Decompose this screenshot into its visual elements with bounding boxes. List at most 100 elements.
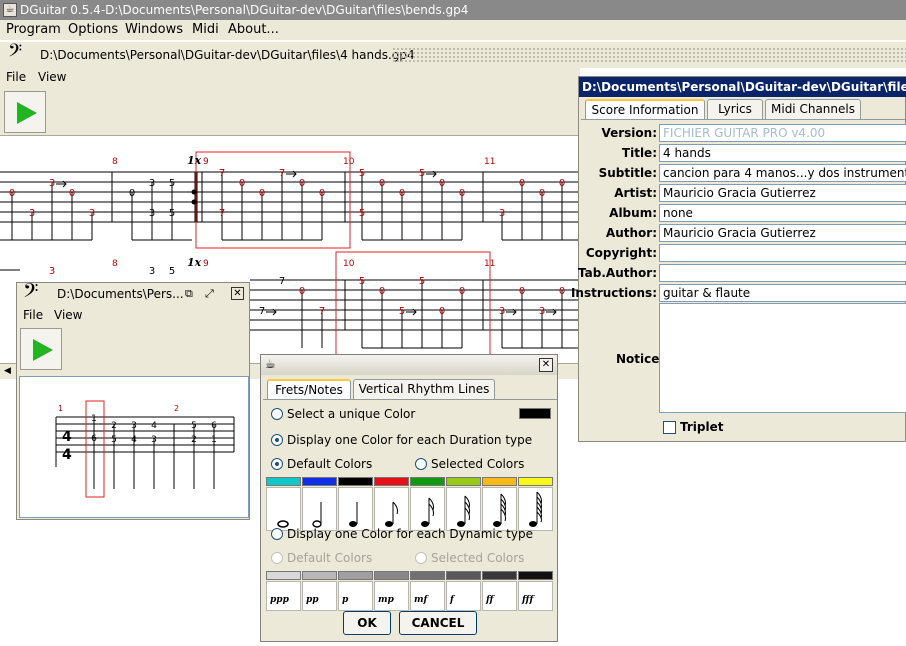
cancel-button[interactable]: CANCEL bbox=[399, 611, 477, 635]
menu-windows[interactable]: Windows bbox=[125, 22, 183, 37]
svg-text:3: 3 bbox=[499, 208, 505, 219]
duration-color-radio[interactable] bbox=[271, 434, 283, 446]
dynamic-swatch-p[interactable] bbox=[338, 571, 373, 580]
close-icon[interactable]: ✕ bbox=[231, 287, 244, 300]
colors-dialog: ☕ ✕ Frets/Notes Vertical Rhythm Lines Se… bbox=[260, 354, 558, 642]
menu-options[interactable]: Options bbox=[68, 22, 118, 37]
time-signature-bottom: 4 bbox=[62, 447, 72, 463]
svg-text:7: 7 bbox=[279, 168, 285, 179]
svg-text:3: 3 bbox=[89, 208, 95, 219]
menu-midi[interactable]: Midi bbox=[192, 22, 219, 37]
svg-text:1: 1 bbox=[211, 435, 217, 445]
thirty-second-note-icon bbox=[446, 487, 481, 531]
play-button[interactable] bbox=[4, 91, 46, 133]
duration-swatch-thirty-second[interactable] bbox=[446, 477, 481, 486]
menu-view[interactable]: View bbox=[38, 70, 66, 84]
mini-tablature: 1 2 4 4 1 6 2 5 3 4 4 3 5 2 6 1 bbox=[55, 400, 235, 498]
selection-box-measure-10 bbox=[335, 251, 491, 361]
mini-play-button[interactable] bbox=[20, 328, 62, 370]
ok-button[interactable]: OK bbox=[343, 611, 391, 635]
duration-swatch-whole[interactable] bbox=[266, 477, 301, 486]
duration-swatch-sixteenth[interactable] bbox=[410, 477, 445, 486]
close-icon[interactable]: ✕ bbox=[539, 358, 553, 372]
svg-text:5: 5 bbox=[169, 266, 175, 277]
duration-swatch-quarter[interactable] bbox=[338, 477, 373, 486]
album-field[interactable]: none bbox=[659, 204, 906, 222]
field-tab-author: Tab.Author: bbox=[578, 263, 906, 283]
menu-program[interactable]: Program bbox=[6, 22, 61, 37]
author-field[interactable]: Mauricio Gracia Gutierrez bbox=[659, 224, 906, 242]
measure-number: 10 bbox=[343, 157, 355, 167]
field-version: Version: FICHIER GUITAR PRO v4.00 bbox=[579, 123, 906, 143]
dynamic-swatch-fff[interactable] bbox=[518, 571, 553, 580]
dynamic-color-label: Display one Color for each Dynamic type bbox=[287, 527, 533, 541]
dynamic-selected-colors-radio[interactable] bbox=[415, 552, 427, 564]
tab-frets-notes[interactable]: Frets/Notes bbox=[267, 379, 351, 399]
svg-text:5: 5 bbox=[191, 421, 197, 431]
subtitle-field[interactable]: cancion para 4 manos...y dos instrumento… bbox=[659, 164, 906, 182]
score-window-title[interactable]: D:\Documents\Personal\DGuitar-dev\DGuita… bbox=[579, 77, 906, 97]
dynamic-swatch-mp[interactable] bbox=[374, 571, 409, 580]
app-menu-bar: Program Options Windows Midi About... bbox=[0, 20, 906, 40]
document-menu-bar: File View bbox=[0, 68, 580, 88]
default-colors-radio[interactable] bbox=[271, 458, 283, 470]
svg-text:5: 5 bbox=[111, 435, 117, 445]
tab-midi-channels[interactable]: Midi Channels bbox=[765, 99, 861, 119]
unique-color-radio[interactable] bbox=[271, 408, 283, 420]
notice-textarea[interactable] bbox=[659, 303, 906, 413]
mini-score-view[interactable]: 1 2 4 4 1 6 2 5 3 4 4 3 5 2 6 1 bbox=[19, 376, 249, 518]
java-app-icon: ☕ bbox=[265, 357, 276, 371]
tab-vertical-rhythm-lines[interactable]: Vertical Rhythm Lines bbox=[353, 379, 495, 399]
field-artist: Artist: Mauricio Gracia Gutierrez bbox=[579, 183, 906, 203]
selection-box-measure-9 bbox=[195, 151, 351, 249]
svg-text:0: 0 bbox=[259, 188, 265, 199]
triplet-checkbox[interactable] bbox=[663, 421, 676, 434]
duration-swatch-half[interactable] bbox=[302, 477, 337, 486]
svg-text:6: 6 bbox=[211, 421, 217, 431]
copyright-field[interactable] bbox=[659, 244, 906, 262]
half-note-icon bbox=[302, 487, 337, 531]
mini-menu-view[interactable]: View bbox=[54, 308, 82, 322]
svg-text:4: 4 bbox=[131, 435, 137, 445]
player-toolbar bbox=[0, 88, 580, 136]
dynamic-swatch-ppp[interactable] bbox=[266, 571, 301, 580]
svg-text:3: 3 bbox=[499, 306, 505, 317]
dynamic-default-colors-radio[interactable] bbox=[271, 552, 283, 564]
dynamic-swatch-pp[interactable] bbox=[302, 571, 337, 580]
dynamic-color-radio[interactable] bbox=[271, 528, 283, 540]
svg-text:5: 5 bbox=[359, 276, 365, 287]
unique-color-swatch[interactable] bbox=[519, 408, 551, 419]
duration-swatch-128th[interactable] bbox=[518, 477, 553, 486]
mini-menu-file[interactable]: File bbox=[23, 308, 43, 322]
dynamic-swatch-ff[interactable] bbox=[482, 571, 517, 580]
svg-text:0: 0 bbox=[539, 188, 545, 199]
svg-text:4: 4 bbox=[151, 421, 157, 431]
measure-number: 11 bbox=[484, 157, 495, 167]
dynamic-swatch-f[interactable] bbox=[446, 571, 481, 580]
title-field[interactable]: 4 hands bbox=[659, 144, 906, 162]
quarter-note-icon bbox=[338, 487, 373, 531]
duration-color-label: Display one Color for each Duration type bbox=[287, 433, 533, 447]
tab-lyrics[interactable]: Lyrics bbox=[707, 99, 763, 119]
duration-swatch-sixty-fourth[interactable] bbox=[482, 477, 517, 486]
document-path: D:\Documents\Personal\DGuitar-dev\DGuita… bbox=[40, 48, 415, 62]
tab-score-information[interactable]: Score Information bbox=[585, 99, 705, 119]
app-title: DGuitar 0.5.4-D:\Documents\Personal\DGui… bbox=[20, 3, 469, 17]
svg-text:0: 0 bbox=[299, 286, 305, 297]
mini-window-title-bar[interactable]: 𝄢 D:\Documents\Pers... ⧉ ⤢ ✕ bbox=[17, 281, 249, 305]
maximize-icon[interactable]: ⤢ bbox=[205, 283, 214, 305]
scroll-left-icon[interactable]: ◀ bbox=[4, 366, 11, 376]
128th-note-icon bbox=[518, 487, 553, 531]
dialog-title-bar[interactable]: ☕ ✕ bbox=[261, 355, 557, 375]
title-drag-area[interactable] bbox=[392, 47, 906, 63]
svg-text:5: 5 bbox=[169, 178, 175, 189]
artist-field[interactable]: Mauricio Gracia Gutierrez bbox=[659, 184, 906, 202]
tab-author-field[interactable] bbox=[659, 264, 906, 282]
selected-colors-radio[interactable] bbox=[415, 458, 427, 470]
duration-swatch-eighth[interactable] bbox=[374, 477, 409, 486]
instructions-field[interactable]: guitar & flaute bbox=[659, 284, 906, 302]
minimize-icon[interactable]: ⧉ bbox=[185, 283, 193, 305]
dynamic-swatch-mf[interactable] bbox=[410, 571, 445, 580]
menu-about[interactable]: About... bbox=[228, 22, 279, 37]
menu-file[interactable]: File bbox=[6, 70, 26, 84]
